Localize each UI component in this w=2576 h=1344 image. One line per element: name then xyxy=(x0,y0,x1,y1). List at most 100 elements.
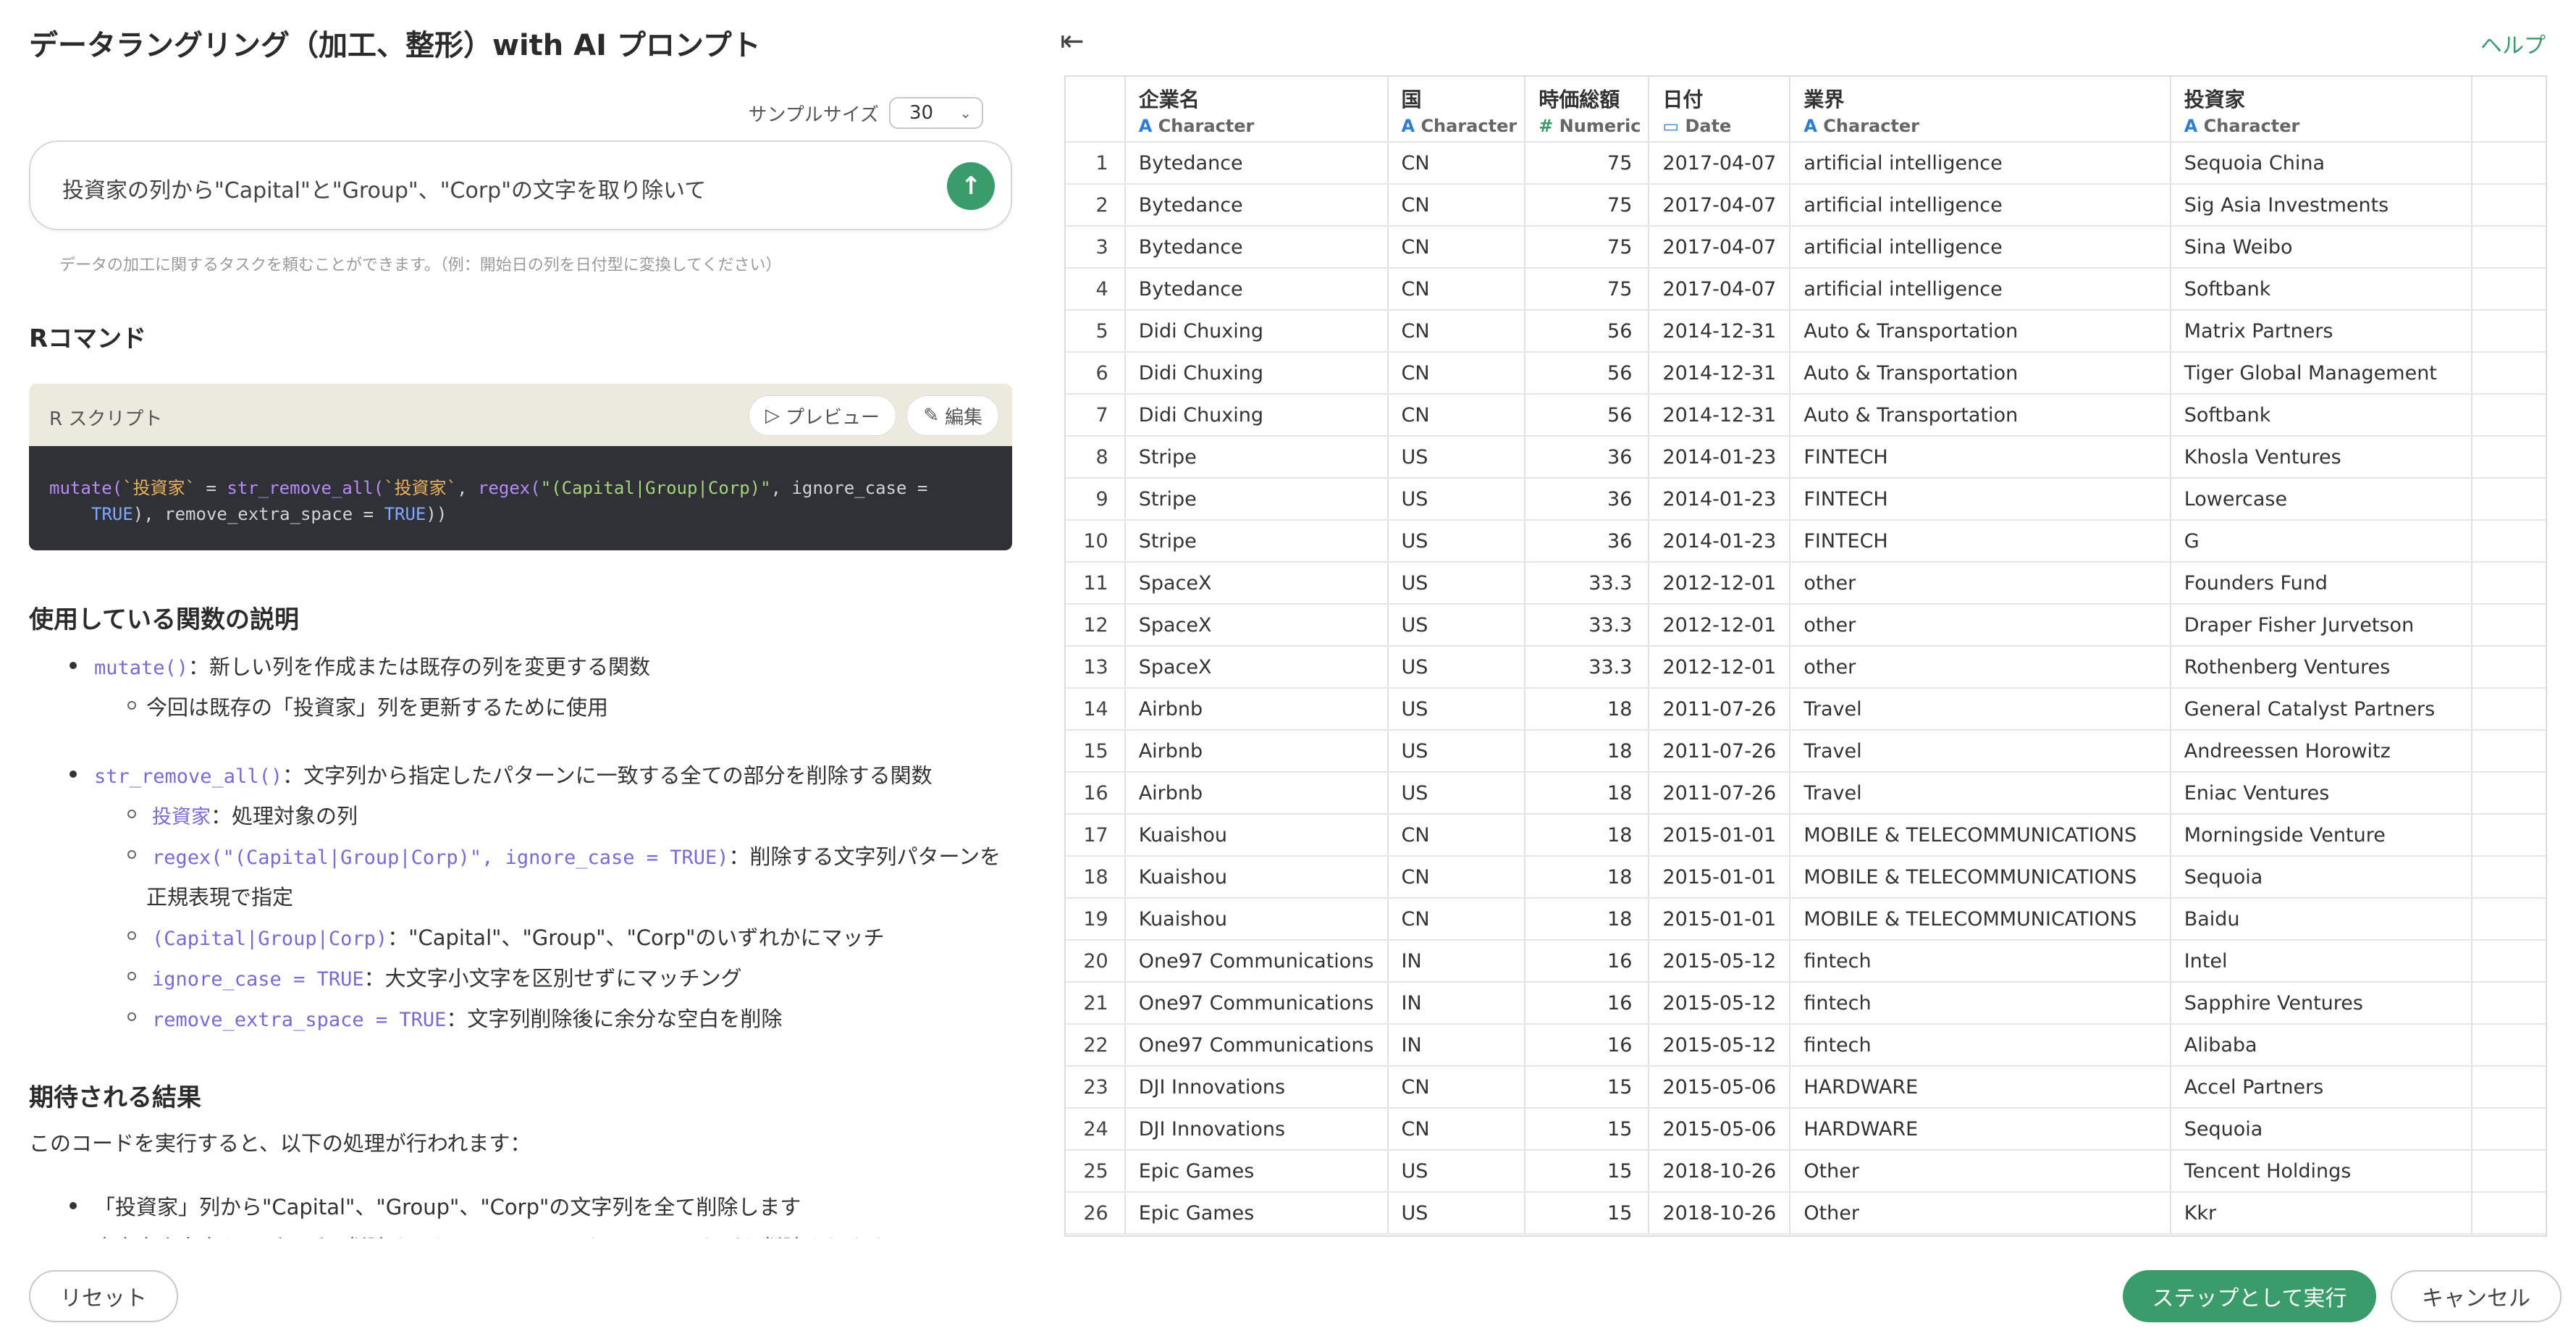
cell-company: Didi Chuxing xyxy=(1124,394,1389,437)
cell-investor: Kkr xyxy=(2170,1192,2473,1235)
code-token: TRUE xyxy=(91,504,133,524)
prompt-input-text[interactable]: 投資家の列から"Capital"と"Group"、"Corp"の文字を取り除いて xyxy=(62,172,706,204)
cell-industry: Auto & Transportation xyxy=(1790,310,2171,353)
cell-market-cap: 16 xyxy=(1525,982,1650,1025)
run-as-step-button[interactable]: ステップとして実行 xyxy=(2123,1270,2376,1322)
cancel-button[interactable]: キャンセル xyxy=(2391,1270,2562,1322)
cell-investor: Rothenberg Ventures xyxy=(2170,646,2473,689)
row-number: 17 xyxy=(1066,814,1126,857)
collapse-panel-icon[interactable]: ⇤ xyxy=(1060,25,1085,58)
column-header[interactable]: 企業名 A Character xyxy=(1124,77,1389,143)
r-code-block: mutate(`投資家` = str_remove_all(`投資家`, reg… xyxy=(29,446,1012,550)
cell-market-cap: 18 xyxy=(1525,772,1650,815)
sample-size-select[interactable]: 30 ⌄ xyxy=(889,97,983,129)
cell-company: Stripe xyxy=(1124,520,1389,563)
bullet-dot xyxy=(70,770,77,778)
cell-country: US xyxy=(1387,1192,1526,1235)
cell-date: 2017-04-07 xyxy=(1649,184,1791,227)
cell-investor: Softbank xyxy=(2170,268,2473,311)
table-row: 18 Kuaishou CN 18 2015-01-01 MOBILE & TELECOM… xyxy=(1066,856,2546,899)
edit-button[interactable]: ✎ 編集 xyxy=(906,395,999,436)
table-body: 1 Bytedance CN 75 2017-04-07 artificial intel… xyxy=(1066,142,2546,1235)
column-header[interactable]: 時価総額 # Numeric xyxy=(1525,77,1650,143)
cell-date: 2014-12-31 xyxy=(1649,394,1791,437)
table-row: 12 SpaceX US 33.3 2012-12-01 other Draper Fish… xyxy=(1066,604,2546,647)
preview-button[interactable]: ▷ プレビュー xyxy=(748,395,896,436)
cell-company: Didi Chuxing xyxy=(1124,310,1389,353)
character-type-icon: A xyxy=(1401,116,1415,136)
cell-company: Didi Chuxing xyxy=(1124,352,1389,395)
column-header[interactable]: 業界 A Character xyxy=(1790,77,2171,143)
expected-result-heading: 期待される結果 xyxy=(29,1083,201,1112)
explain-item-str-remove-all: str_remove_all()：文字列から指定したパターンに一致する全ての部分… xyxy=(94,759,933,789)
row-number-header xyxy=(1066,77,1126,143)
row-number: 25 xyxy=(1066,1150,1126,1193)
cell-investor: Eniac Ventures xyxy=(2170,772,2473,815)
table-row: 10 Stripe US 36 2014-01-23 FINTECH G xyxy=(1066,520,2546,563)
row-number: 2 xyxy=(1066,184,1126,227)
row-filler xyxy=(2472,184,2546,227)
cell-date: 2012-12-01 xyxy=(1649,646,1791,689)
cell-market-cap: 18 xyxy=(1525,814,1650,857)
column-header[interactable]: 国A Character xyxy=(1387,77,1526,143)
table-row: 9 Stripe US 36 2014-01-23 FINTECH Lowercase xyxy=(1066,478,2546,521)
row-filler xyxy=(2472,688,2546,731)
cell-investor: Baidu xyxy=(2170,898,2473,941)
column-type: Character xyxy=(1420,116,1518,136)
cell-industry: FINTECH xyxy=(1790,436,2171,479)
cell-market-cap: 33.3 xyxy=(1525,604,1650,647)
row-number: 8 xyxy=(1066,436,1126,479)
cell-company: Kuaishou xyxy=(1124,856,1389,899)
table-row: 6 Didi Chuxing CN 56 2014-12-31 Auto & Transp… xyxy=(1066,352,2546,395)
column-name: 日付 xyxy=(1662,88,1704,112)
edit-label: 編集 xyxy=(944,406,982,429)
table-row: 23 DJI Innovations CN 15 2015-05-06 HARDWARE A… xyxy=(1066,1066,2546,1109)
help-link[interactable]: ヘルプ xyxy=(2480,28,2546,59)
row-number: 1 xyxy=(1066,142,1126,185)
code-line-2: TRUE), remove_extra_space = TRUE)) xyxy=(49,501,992,527)
cell-company: Bytedance xyxy=(1124,226,1389,269)
table-row: 15 Airbnb US 18 2011-07-26 Travel Andreessen H… xyxy=(1066,730,2546,773)
prompt-input[interactable]: 投資家の列から"Capital"と"Group"、"Corp"の文字を取り除いて… xyxy=(29,140,1012,230)
sample-size-value: 30 xyxy=(909,102,934,124)
character-type-icon: A xyxy=(1138,116,1153,136)
cell-market-cap: 75 xyxy=(1525,226,1650,269)
table-row: 13 SpaceX US 33.3 2012-12-01 other Rothenberg … xyxy=(1066,646,2546,689)
bullet-circle xyxy=(127,972,136,980)
row-filler xyxy=(2472,646,2546,689)
sample-size-row: サンプルサイズ 30 ⌄ xyxy=(749,97,983,129)
explain-text: ：文字列削除後に余分な空白を削除 xyxy=(446,1007,783,1031)
explain-text: ：大文字小文字を区別せずにマッチング xyxy=(363,966,742,991)
column-header[interactable]: 投資家 A Character xyxy=(2170,77,2473,143)
cell-date: 2011-07-26 xyxy=(1649,772,1791,815)
cell-date: 2015-05-12 xyxy=(1649,1024,1791,1067)
cell-investor: Sapphire Ventures xyxy=(2170,982,2473,1025)
reset-button[interactable]: リセット xyxy=(29,1270,178,1322)
play-icon: ▷ xyxy=(765,405,780,427)
column-name: 投資家 xyxy=(2184,88,2245,112)
cell-country: US xyxy=(1387,772,1526,815)
cell-industry: Auto & Transportation xyxy=(1790,394,2171,437)
table-row: 19 Kuaishou CN 18 2015-01-01 MOBILE & TELECOM… xyxy=(1066,898,2546,941)
column-header[interactable]: 日付 ▭ Date xyxy=(1649,77,1791,143)
row-number: 3 xyxy=(1066,226,1126,269)
cell-industry: MOBILE & TELECOMMUNICATIONS xyxy=(1790,898,2171,941)
row-number: 11 xyxy=(1066,562,1126,605)
r-script-label: R スクリプト xyxy=(49,408,163,430)
result-intro: このコードを実行すると、以下の処理が行われます： xyxy=(29,1131,531,1156)
table-row: 2 Bytedance CN 75 2017-04-07 artificial intel… xyxy=(1066,184,2546,227)
numeric-type-icon: # xyxy=(1539,116,1554,136)
row-number: 6 xyxy=(1066,352,1126,395)
cell-market-cap: 36 xyxy=(1525,478,1650,521)
code-token: ), remove_extra_space = xyxy=(132,504,384,524)
cell-market-cap: 56 xyxy=(1525,394,1650,437)
send-button[interactable]: ↑ xyxy=(947,162,995,210)
table-row: 16 Airbnb US 18 2011-07-26 Travel Eniac Ventur… xyxy=(1066,772,2546,815)
code-inline: 投資家 xyxy=(152,806,211,828)
table-row: 25 Epic Games US 15 2018-10-26 Other Tencent H… xyxy=(1066,1150,2546,1193)
cell-date: 2014-01-23 xyxy=(1649,478,1791,521)
table-row: 7 Didi Chuxing CN 56 2014-12-31 Auto & Transp… xyxy=(1066,394,2546,437)
explain-text: ：処理対象の列 xyxy=(211,804,358,828)
row-number: 19 xyxy=(1066,898,1126,941)
cell-industry: Travel xyxy=(1790,772,2171,815)
